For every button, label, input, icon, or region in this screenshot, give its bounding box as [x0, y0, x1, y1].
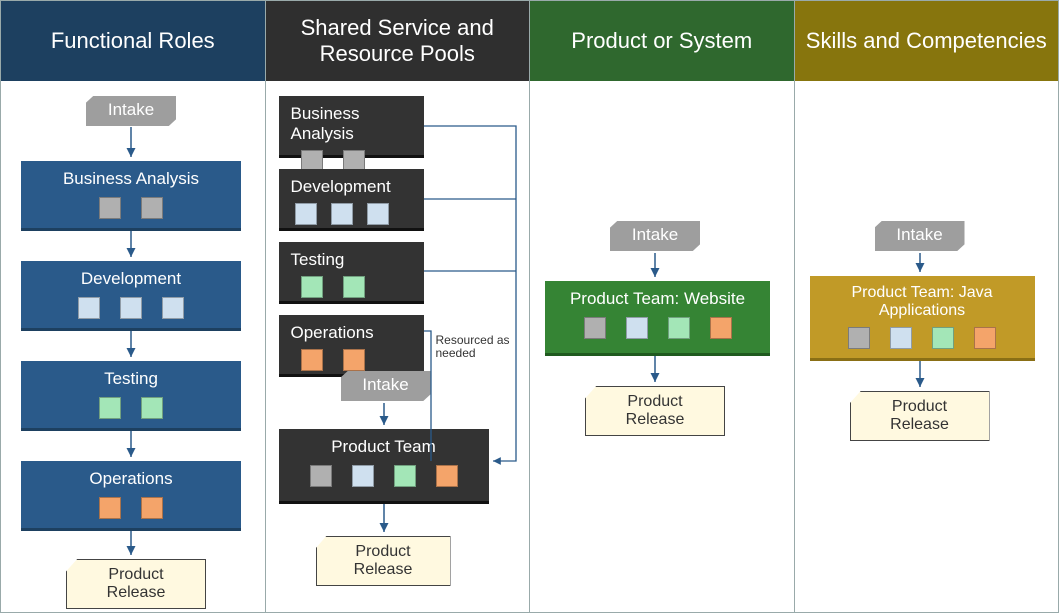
col-functional-roles: Functional Roles Intake Business Analysi…: [1, 1, 266, 612]
diagram-grid: Functional Roles Intake Business Analysi…: [0, 0, 1059, 613]
flow-arrows: [1, 81, 265, 612]
col-shared-service: Shared Service and Resource Pools Busine…: [266, 1, 531, 612]
col-body-shared: Business Analysis Development Testing: [266, 81, 530, 612]
col-header-functional: Functional Roles: [1, 1, 265, 81]
flow-arrows: [795, 81, 1059, 612]
col-header-skills: Skills and Competencies: [795, 1, 1059, 81]
col-header-product: Product or System: [530, 1, 794, 81]
flow-arrows: [266, 81, 530, 612]
flow-arrows: [530, 81, 794, 612]
col-body-product: Intake Product Team: Website Product Rel…: [530, 81, 794, 612]
col-product-system: Product or System Intake Product Team: W…: [530, 1, 795, 612]
col-body-functional: Intake Business Analysis Development Tes…: [1, 81, 265, 612]
col-skills: Skills and Competencies Intake Product T…: [795, 1, 1059, 612]
col-body-skills: Intake Product Team: Java Applications P…: [795, 81, 1059, 612]
col-header-shared: Shared Service and Resource Pools: [266, 1, 530, 81]
